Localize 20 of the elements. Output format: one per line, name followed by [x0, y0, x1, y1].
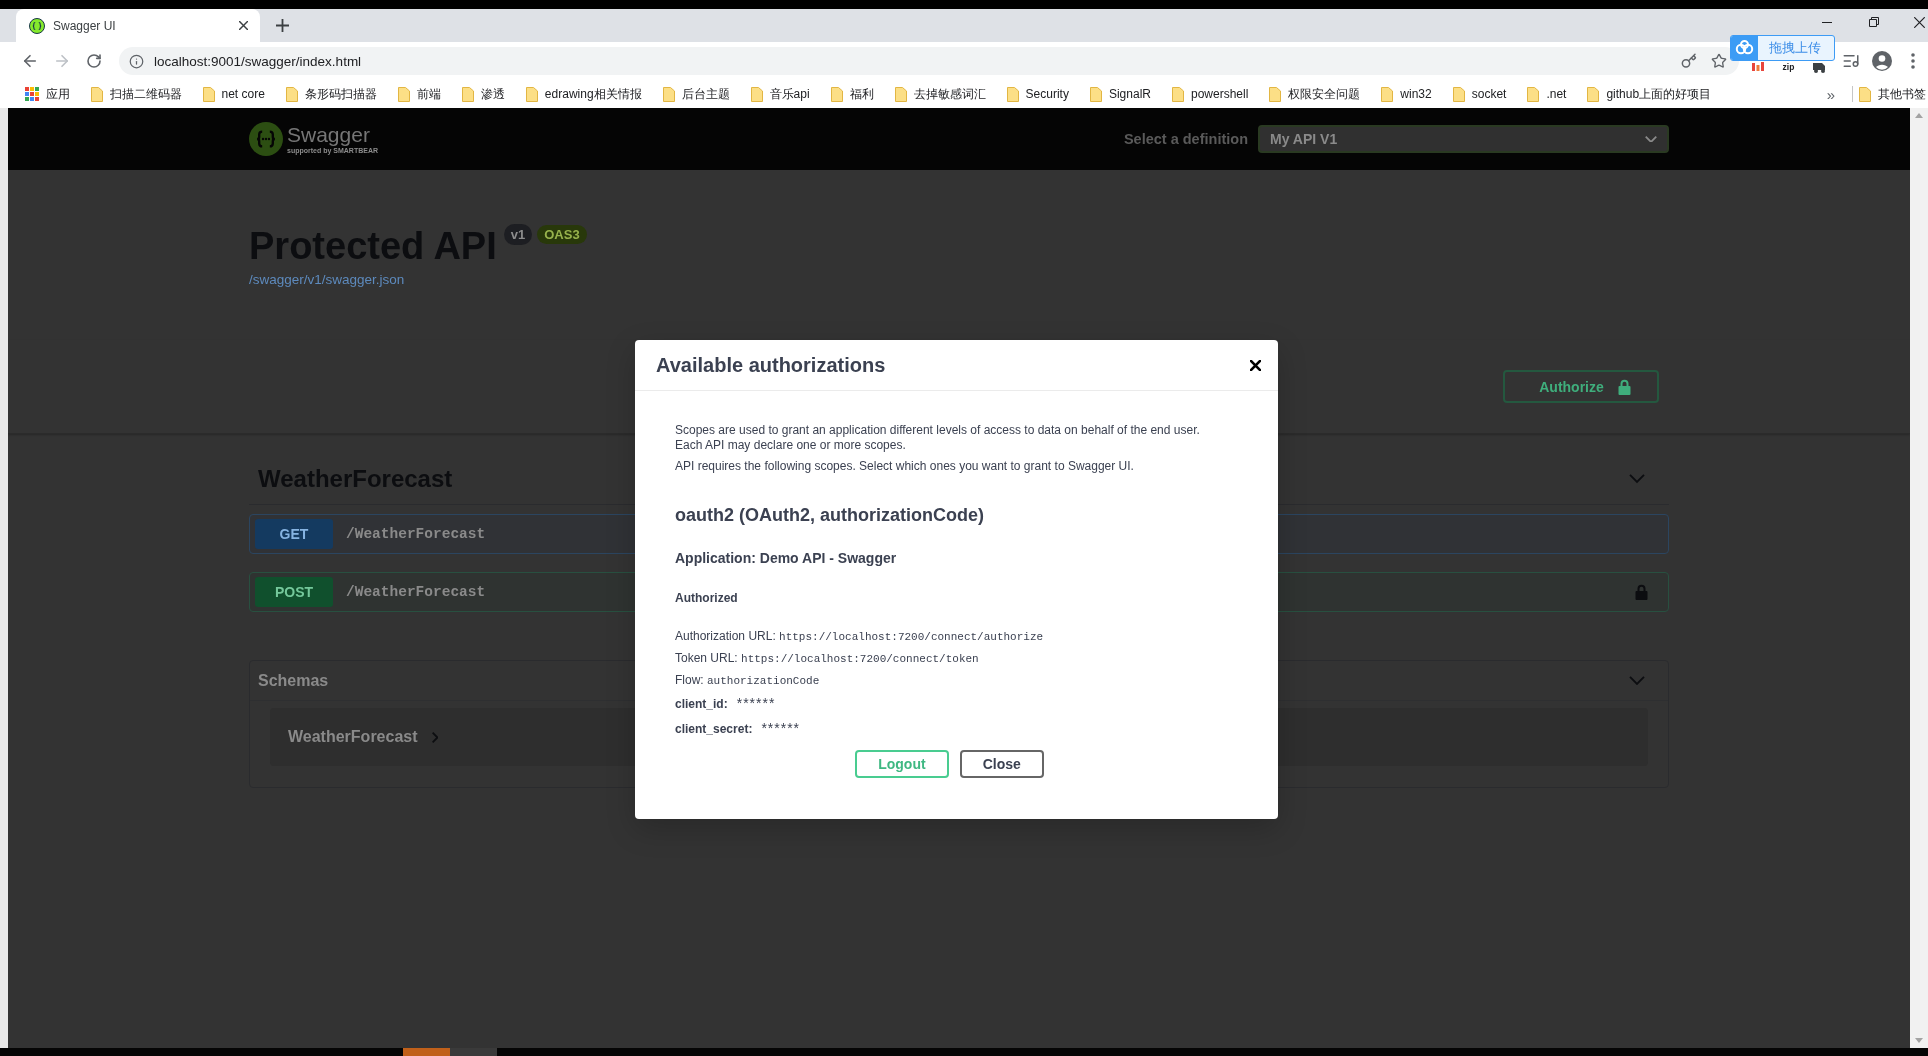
credential-row-text: client_secret: ******: [675, 719, 802, 738]
auth-status: Authorized: [675, 590, 739, 606]
logo-text: Swagger: [287, 123, 371, 146]
operation-path: /WeatherForecast: [346, 526, 486, 542]
operation-path: /WeatherForecast: [346, 584, 486, 600]
auth-detail: Token URL: https://localhost:7200/connect/token: [675, 650, 980, 667]
definition-label: Select a definition: [1123, 131, 1248, 147]
dialog-description: Scopes are used to grant an application different levels of access to data on behalf of the end user. Each API may declare one or more scopes.: [675, 423, 1201, 453]
method-badge: GET: [255, 519, 333, 549]
method-badge: POST: [255, 577, 333, 607]
auth-detail: Flow: authorizationCode: [675, 672, 821, 689]
version-badge: v1: [503, 224, 533, 245]
dialog-description: API requires the following scopes. Select which ones you want to grant to Swagger UI.: [675, 459, 1135, 474]
credential-row-text: client_id: ******: [675, 694, 777, 713]
dialog-title: Available authorizations: [656, 353, 886, 377]
spec-badge: OAS3: [537, 225, 587, 244]
scheme-heading: oauth2 (OAuth2, authorizationCode): [675, 504, 985, 527]
auth-detail: Authorization URL: https://localhost:7200/connect/authorize: [675, 628, 1045, 645]
application-name: Application: Demo API - Swagger: [675, 549, 898, 567]
model-name: WeatherForecast: [288, 728, 418, 746]
